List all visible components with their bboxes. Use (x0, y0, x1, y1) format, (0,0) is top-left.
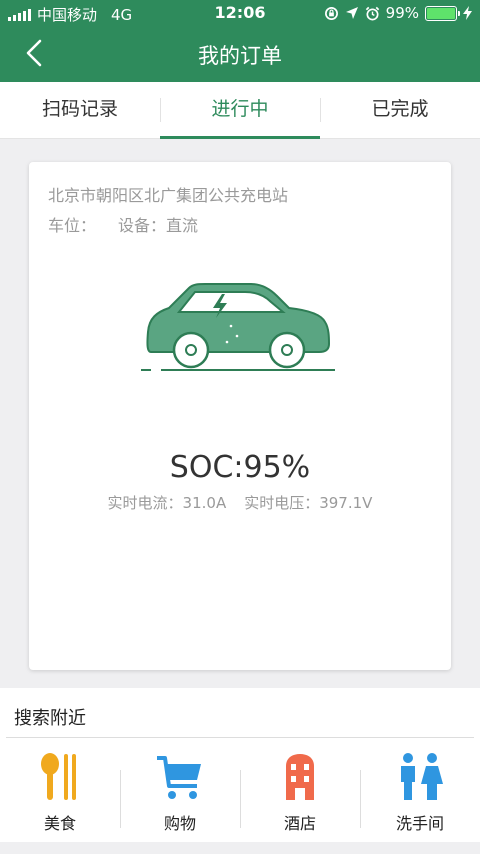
location-arrow-icon (345, 7, 358, 19)
soc-value: SOC:95% (169, 450, 311, 485)
nearby-panel: 搜索附近 美食 购物 酒店 洗手间 (0, 688, 480, 842)
alarm-icon (365, 6, 379, 20)
nearby-item-label: 洗手间 (395, 814, 444, 833)
battery-icon (425, 5, 460, 21)
status-bar: 中国移动 4G 12:06 99% (0, 0, 480, 26)
nearby-item-food[interactable]: 美食 (0, 738, 120, 838)
realtime-current: 实时电流：31.0A (107, 494, 227, 512)
nearby-title: 搜索附近 (14, 708, 86, 729)
nearby-item-label: 美食 (43, 814, 76, 833)
food-icon (41, 753, 76, 800)
rotation-lock-icon (324, 6, 338, 20)
tab-completed[interactable]: 已完成 (320, 82, 480, 138)
nearby-item-shopping[interactable]: 购物 (120, 738, 240, 838)
realtime-voltage: 实时电压：397.1V (244, 494, 373, 512)
station-name: 北京市朝阳区北广集团公共充电站 (48, 186, 289, 205)
nearby-item-label: 酒店 (283, 814, 316, 833)
charging-bolt-icon (463, 6, 472, 20)
battery-percent: 99% (385, 4, 419, 22)
tab-in-progress[interactable]: 进行中 (160, 82, 320, 139)
hotel-icon (286, 754, 314, 800)
order-tabs: 扫码记录 进行中 已完成 (0, 82, 480, 139)
nearby-item-restroom[interactable]: 洗手间 (360, 738, 480, 838)
device-type: 设备：直流 (118, 216, 199, 235)
app-header: 中国移动 4G 12:06 99% 我的订单 (0, 0, 480, 82)
charging-order-card: 北京市朝阳区北广集团公共充电站 车位： 设备：直流 SOC:95% 实时电流：31… (29, 162, 451, 670)
charging-car-icon (141, 283, 335, 371)
restroom-icon (401, 753, 443, 800)
nearby-item-hotel[interactable]: 酒店 (240, 738, 360, 838)
parking-spot-label: 车位： (48, 216, 97, 235)
shopping-cart-icon (157, 756, 201, 799)
page-title: 我的订单 (198, 44, 282, 68)
tab-scan-records[interactable]: 扫码记录 (0, 82, 160, 138)
nearby-item-label: 购物 (163, 814, 196, 833)
